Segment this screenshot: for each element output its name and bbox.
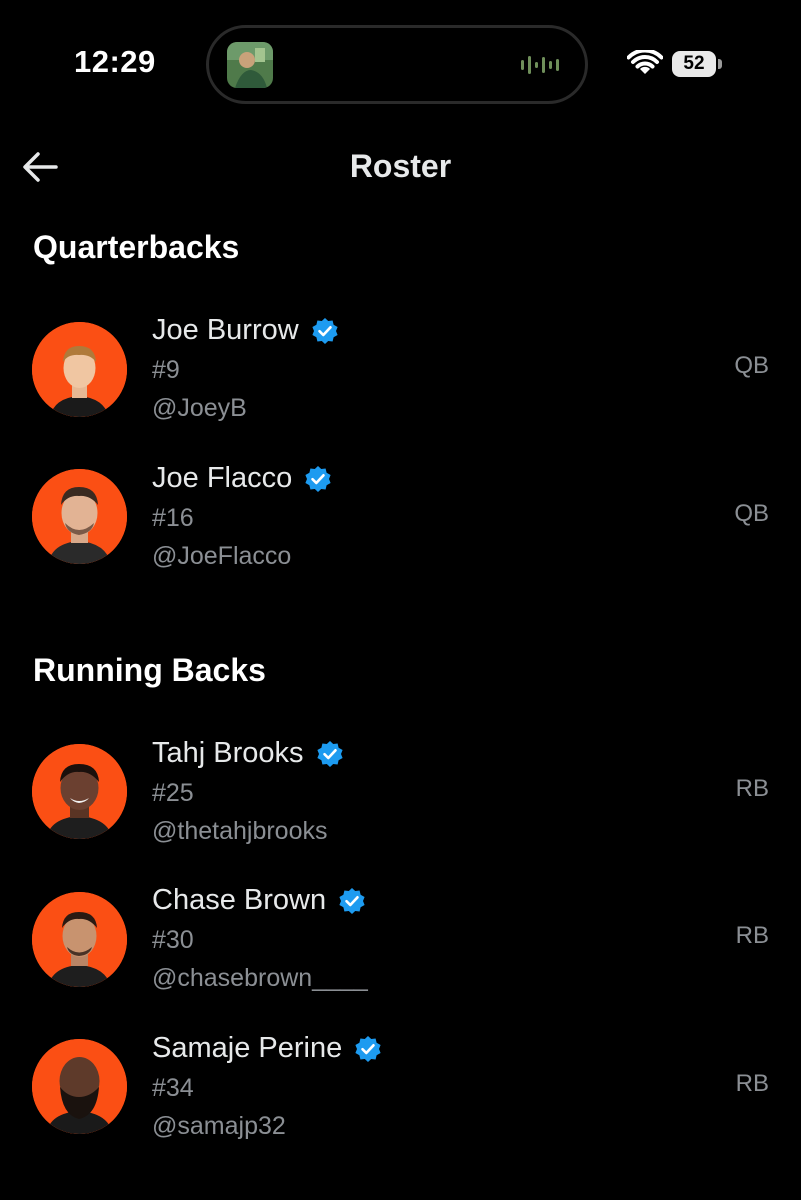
avatar[interactable] — [32, 322, 127, 417]
player-position: RB — [735, 775, 769, 802]
now-playing-artwork[interactable] — [227, 42, 273, 88]
player-position: QB — [734, 352, 769, 379]
player-row-chase-brown[interactable]: Chase Brown #30 @chasebrown____ RB — [0, 884, 801, 1014]
wifi-icon — [627, 50, 663, 74]
status-time: 12:29 — [74, 44, 156, 79]
player-name-text[interactable]: Joe Burrow — [152, 314, 299, 347]
player-name[interactable]: Joe Burrow — [152, 314, 339, 347]
player-row-joe-burrow[interactable]: Joe Burrow #9 @JoeyB QB — [0, 314, 801, 444]
player-name-text[interactable]: Joe Flacco — [152, 462, 292, 495]
player-name[interactable]: Tahj Brooks — [152, 737, 344, 770]
player-number: #30 — [152, 926, 194, 954]
player-handle[interactable]: @JoeyB — [152, 394, 247, 423]
page-title: Roster — [349, 148, 452, 184]
player-name[interactable]: Samaje Perine — [152, 1032, 382, 1065]
player-handle[interactable]: @JoeFlacco — [152, 542, 291, 571]
player-position: QB — [734, 500, 769, 527]
section-title-running-backs: Running Backs — [33, 652, 266, 688]
player-number: #34 — [152, 1074, 194, 1102]
player-handle[interactable]: @thetahjbrooks — [152, 817, 327, 846]
battery-indicator: 52 — [672, 51, 716, 77]
player-row-joe-flacco[interactable]: Joe Flacco #16 @JoeFlacco QB — [0, 462, 801, 592]
player-row-samaje-perine[interactable]: Samaje Perine #34 @samajp32 RB — [0, 1032, 801, 1162]
player-handle[interactable]: @chasebrown____ — [152, 964, 368, 993]
player-number: #16 — [152, 504, 194, 532]
player-name-text[interactable]: Tahj Brooks — [152, 737, 304, 770]
verified-badge-icon — [316, 740, 343, 767]
player-position: RB — [735, 1070, 769, 1097]
section-title-quarterbacks: Quarterbacks — [33, 229, 240, 265]
player-number: #9 — [152, 356, 180, 384]
player-name-text[interactable]: Chase Brown — [152, 884, 326, 917]
player-name-text[interactable]: Samaje Perine — [152, 1032, 342, 1065]
battery-nub — [718, 59, 722, 69]
avatar[interactable] — [32, 744, 127, 839]
audio-waveform-icon — [521, 56, 559, 74]
dynamic-island[interactable] — [206, 25, 588, 104]
avatar[interactable] — [32, 1039, 127, 1134]
verified-badge-icon — [312, 317, 338, 344]
verified-badge-icon — [355, 1035, 381, 1062]
roster-screen: 12:29 52 Roster Quarterbacks Joe Burrow … — [0, 0, 801, 1200]
verified-badge-icon — [305, 465, 331, 492]
player-position: RB — [735, 922, 769, 949]
avatar[interactable] — [32, 892, 127, 987]
avatar[interactable] — [32, 469, 127, 564]
verified-badge-icon — [339, 887, 365, 914]
player-row-tahj-brooks[interactable]: Tahj Brooks #25 @thetahjbrooks RB — [0, 737, 801, 867]
player-name[interactable]: Chase Brown — [152, 884, 366, 917]
player-name[interactable]: Joe Flacco — [152, 462, 332, 495]
player-handle[interactable]: @samajp32 — [152, 1112, 286, 1141]
player-number: #25 — [152, 779, 194, 807]
